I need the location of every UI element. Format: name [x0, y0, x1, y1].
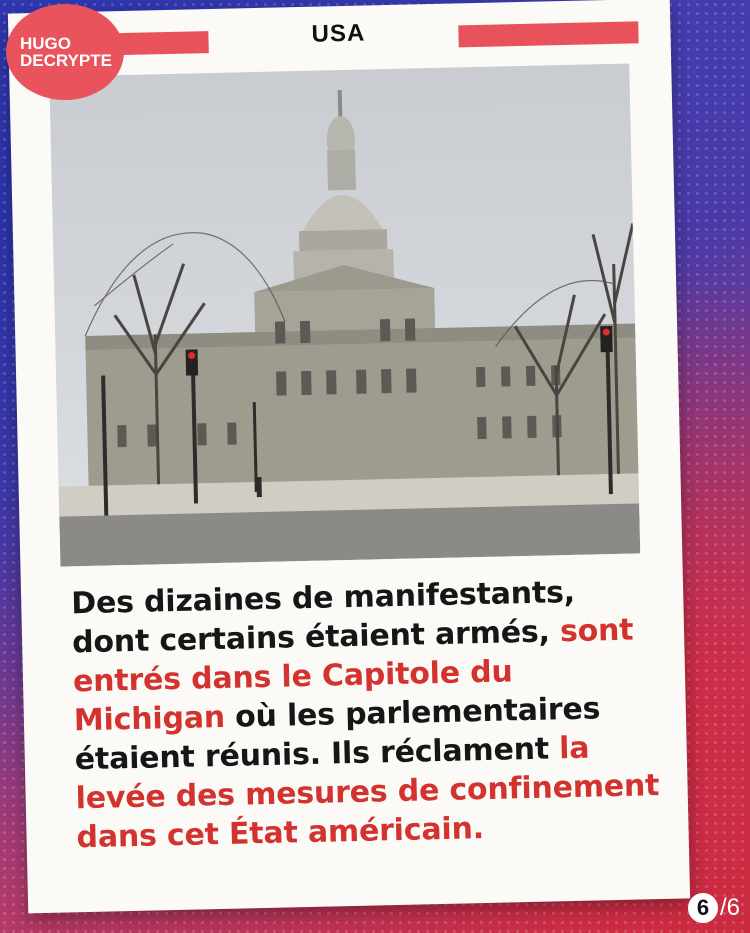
slide-pager: 6 /6	[687, 893, 740, 923]
category-label: USA	[311, 19, 366, 48]
hugo-decrypte-logo: HUGO DECRYPTE	[6, 4, 124, 100]
pager-total: /6	[719, 894, 740, 921]
caption-text: Des dizaines de manifestants, dont certa…	[71, 571, 667, 857]
pager-current: 6	[687, 893, 718, 923]
logo-line1: HUGO	[20, 34, 71, 53]
logo-line2: DECRYPTE	[20, 51, 112, 70]
header-bar-right	[458, 21, 639, 48]
capitol-photo	[49, 63, 641, 567]
slide-card: USA Des dizaines de manifestants, dont c…	[7, 0, 691, 914]
caption-part1: Des dizaines de manifestants, dont certa…	[70, 574, 576, 661]
